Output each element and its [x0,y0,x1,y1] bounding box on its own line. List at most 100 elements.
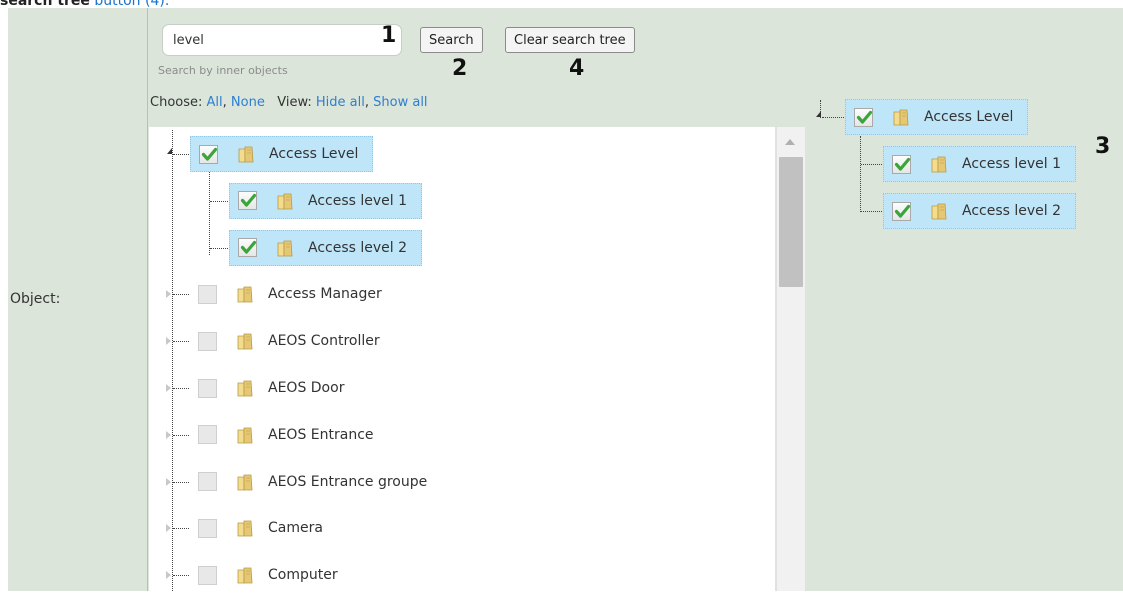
choose-none-link[interactable]: None [231,95,265,110]
checkmark-icon [894,204,911,218]
folder-icon [929,201,949,221]
folder-icon [235,284,255,304]
tree-item-node[interactable]: AEOS Door [190,370,358,406]
tree-branch-line [173,388,189,389]
tree-branch-line [210,200,228,202]
tree-item-label: Access level 2 [308,239,408,256]
checkbox[interactable] [198,331,217,351]
checkbox[interactable] [198,565,217,585]
hide-all-link[interactable]: Hide all [316,95,365,110]
result-branch-line [861,164,882,165]
checkmark-icon [240,194,257,207]
expander-collapsed-icon [166,290,171,299]
checkmark-icon [856,110,873,124]
expander-collapsed-icon [166,430,171,439]
search-input[interactable] [162,24,402,56]
tree-item-label: AEOS Entrance [268,426,374,443]
annotation-2: 2 [452,56,468,81]
result-item-node[interactable]: Access level 1 [883,146,1077,182]
tree-branch-line [173,481,189,483]
folder-icon [235,378,255,398]
tree-item-label: AEOS Door [268,380,345,396]
tree-item-node[interactable]: Access Level [190,136,374,172]
expander-collapsed-icon [166,477,171,486]
tree-item-node[interactable]: Computer [190,557,352,593]
expander-expanded-icon [167,148,172,154]
folder-icon [275,238,295,258]
tree-item-node[interactable]: AEOS Entrance [190,417,388,453]
checkmark-icon [894,157,911,171]
search-hint: Search by inner objects [158,64,288,77]
folder-icon [235,518,255,538]
checkbox[interactable] [198,472,217,492]
expander-expanded-icon [816,111,821,117]
checkmark-icon [240,240,257,254]
scroll-thumb[interactable] [779,157,803,287]
object-label: Object: [10,291,61,307]
checkbox[interactable] [198,378,217,398]
tree-item-label: Camera [268,520,323,537]
result-item-label: Access Level [924,109,1014,125]
checkbox[interactable] [198,518,217,538]
tree-item-label: Access level 1 [308,192,408,209]
tree-item-node[interactable]: Access level 2 [229,229,423,266]
checkbox[interactable] [198,425,217,445]
folder-icon [236,144,256,164]
tree-trunk-line [172,130,173,591]
view-label: View: [277,95,312,110]
folder-icon [235,472,255,492]
tree-scrollbar[interactable] [776,127,805,591]
tree-branch-line [173,341,189,343]
choose-view-bar: Choose: All, None View: Hide all, Show a… [150,95,428,110]
tree-branch-line [173,154,189,155]
tree-branch-line [173,434,189,436]
result-item-label: Access level 2 [962,203,1062,219]
tree-child-line [209,172,210,255]
tree-branch-line [173,528,189,530]
annotation-1: 1 [381,23,397,48]
expander-collapsed-icon [166,571,171,580]
show-all-link[interactable]: Show all [373,95,427,110]
scroll-up-arrow-icon[interactable] [785,139,795,145]
checkbox[interactable] [238,191,257,211]
folder-icon [891,107,911,127]
expander-collapsed-icon [166,384,171,392]
choose-all-link[interactable]: All [207,95,223,110]
result-child-line [860,136,861,212]
tree-item-label: Computer [268,567,338,584]
folder-icon [929,154,949,174]
checkbox[interactable] [892,201,911,221]
expander-collapsed-icon [166,337,171,346]
checkbox[interactable] [199,144,218,164]
checkbox[interactable] [892,154,911,174]
clear-search-tree-button[interactable]: Clear search tree [505,27,635,53]
tree-item-node[interactable]: AEOS Entrance groupe [190,464,441,500]
checkbox[interactable] [238,238,257,258]
tree-item-node[interactable]: AEOS Controller [190,323,394,359]
tree-item-label: AEOS Controller [268,333,380,350]
search-button[interactable]: Search [420,27,483,53]
choose-label: Choose: [150,95,203,110]
result-branch-line [861,211,882,212]
checkbox[interactable] [198,284,217,304]
result-item-node[interactable]: Access Level [845,99,1029,135]
expander-collapsed-icon [166,524,171,533]
tree-item-node[interactable]: Access Manager [190,276,396,312]
tree-branch-line [210,247,228,249]
result-item-node[interactable]: Access level 2 [883,193,1077,229]
folder-icon [235,425,255,445]
tree-item-node[interactable]: Camera [190,510,337,546]
result-branch-line [822,117,844,118]
folder-icon [235,565,255,585]
annotation-3: 3 [1095,134,1111,159]
checkbox[interactable] [854,107,873,127]
tree-item-label: Access Manager [268,286,382,303]
folder-icon [275,191,295,211]
annotation-4: 4 [569,56,585,81]
tree-branch-line [173,575,189,577]
checkmark-icon [201,147,218,161]
result-item-label: Access level 1 [962,156,1062,172]
folder-icon [235,331,255,351]
tree-item-node[interactable]: Access level 1 [229,182,423,219]
tree-item-label: Access Level [269,146,359,162]
